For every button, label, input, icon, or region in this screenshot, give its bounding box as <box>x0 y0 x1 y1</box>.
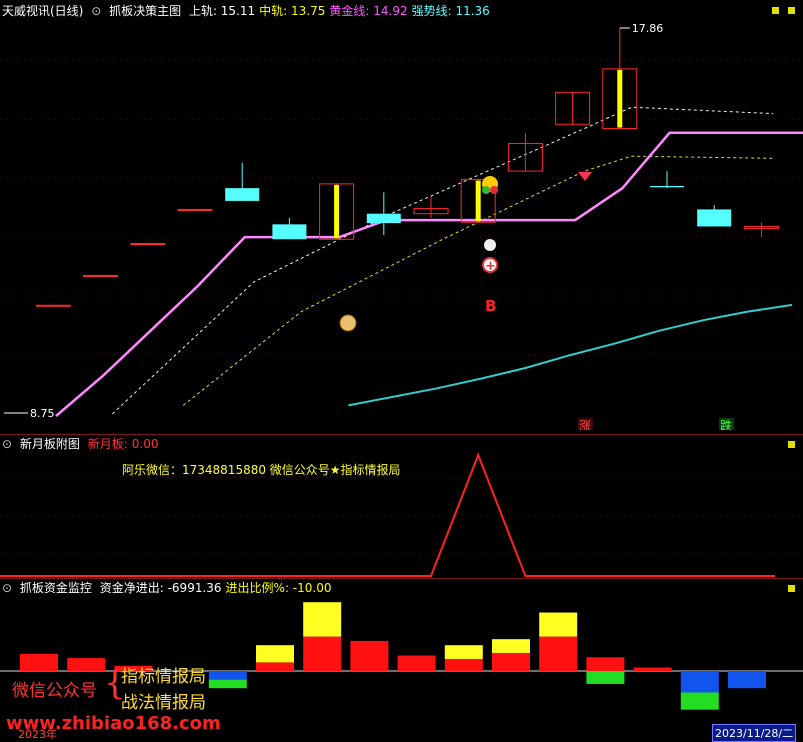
plus-signal-icon: + <box>485 259 496 274</box>
flow-big-inflow-bar <box>539 612 578 637</box>
candle-body <box>35 304 71 307</box>
year-label: 2023年 <box>18 728 57 741</box>
flow-big-outflow-bar <box>208 679 247 689</box>
main-candlestick-chart[interactable]: 17.86 8.75 B + 涨 跌 <box>0 0 803 430</box>
flow-inflow-bar <box>444 658 483 671</box>
flow-big-inflow-bar <box>303 602 342 637</box>
indicator-value-1: 进出比例%: -10.00 <box>225 581 332 595</box>
pane-divider <box>0 434 803 435</box>
date-label: 2023/11/28/二 <box>712 724 797 742</box>
flag-signal-icon <box>484 239 496 251</box>
flow-outflow-bar <box>680 671 719 693</box>
candle-body <box>83 274 119 277</box>
candle-yellow-bar <box>334 184 340 239</box>
candle-body <box>130 243 166 246</box>
pane-divider <box>0 578 803 579</box>
candle-body <box>272 224 307 240</box>
flow-inflow-bar <box>633 667 672 671</box>
flow-indicator-name[interactable]: 抓板资金监控 <box>20 581 92 595</box>
candle-body <box>366 213 401 224</box>
flow-big-inflow-bar <box>256 645 294 663</box>
flow-inflow-bar <box>492 652 530 671</box>
fall-badge: 跌 <box>720 418 732 430</box>
sub-indicator-chart[interactable] <box>0 437 803 577</box>
candle-body <box>225 188 260 201</box>
high-price-label: 17.86 <box>632 22 664 35</box>
fruit-signal-icon <box>490 186 498 194</box>
flow-big-outflow-bar <box>586 671 625 684</box>
pane-close-icon[interactable] <box>788 585 795 592</box>
flow-inflow-bar <box>303 636 342 671</box>
watermark-line-2: 战法情报局 <box>121 693 206 713</box>
diamond-signal-icon <box>578 172 592 181</box>
gold-line <box>55 131 803 417</box>
flow-inflow-bar <box>539 636 578 671</box>
new-moon-line <box>0 452 775 577</box>
flow-big-inflow-bar <box>444 645 483 659</box>
flow-inflow-bar <box>586 657 625 671</box>
flow-outflow-bar <box>208 671 247 680</box>
flow-inflow-bar <box>397 655 436 671</box>
chevron-down-icon[interactable]: ⊙ <box>2 581 12 595</box>
candle-body <box>697 209 732 227</box>
candle-body <box>177 208 213 211</box>
money-bag-icon <box>339 314 357 332</box>
watermark-wechat: 微信公众号 <box>12 681 97 701</box>
candle-yellow-bar <box>475 180 481 222</box>
watermark-line-1: 指标情报局 <box>121 667 206 687</box>
rise-badge: 涨 <box>579 418 591 430</box>
flow-indicator-values: 资金净进出: -6991.36 进出比例%: -10.00 <box>100 581 336 595</box>
candle-body <box>650 186 684 188</box>
flow-inflow-bar <box>350 640 389 671</box>
flow-inflow-bar <box>20 653 58 671</box>
flow-inflow-bar <box>67 658 106 671</box>
upper-band-line <box>112 106 774 415</box>
flow-big-inflow-bar <box>492 639 530 653</box>
indicator-value-0: 资金净进出: -6991.36 <box>99 581 222 595</box>
flow-inflow-bar <box>256 662 294 671</box>
candle-yellow-bar <box>617 69 623 128</box>
fruit-signal-icon <box>482 186 490 194</box>
buy-signal-label: B <box>485 297 496 315</box>
low-price-label: 8.75 <box>30 407 55 420</box>
flow-big-outflow-bar <box>680 692 719 710</box>
flow-outflow-bar <box>728 671 766 689</box>
